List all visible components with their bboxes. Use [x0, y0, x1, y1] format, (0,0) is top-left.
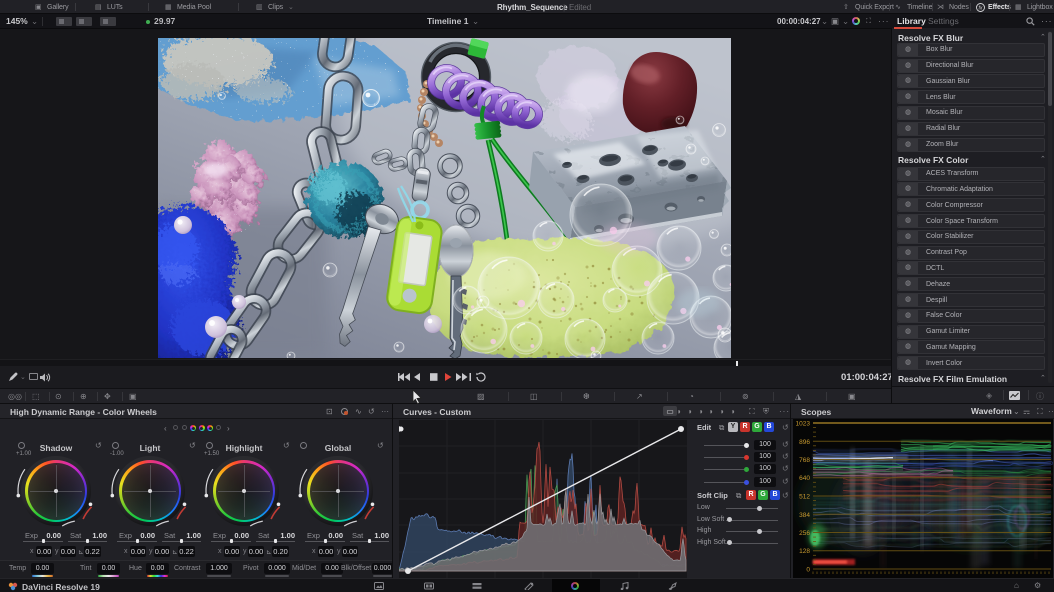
svg-text:640: 640: [799, 475, 810, 482]
svg-text:896: 896: [799, 439, 810, 446]
svg-text:1023: 1023: [796, 421, 811, 428]
svg-text:0: 0: [806, 567, 810, 574]
svg-text:256: 256: [799, 530, 810, 537]
svg-text:512: 512: [799, 494, 810, 501]
svg-text:128: 128: [799, 548, 810, 555]
svg-text:fx: fx: [979, 5, 983, 11]
svg-text:768: 768: [799, 457, 810, 464]
svg-text:384: 384: [799, 512, 810, 519]
